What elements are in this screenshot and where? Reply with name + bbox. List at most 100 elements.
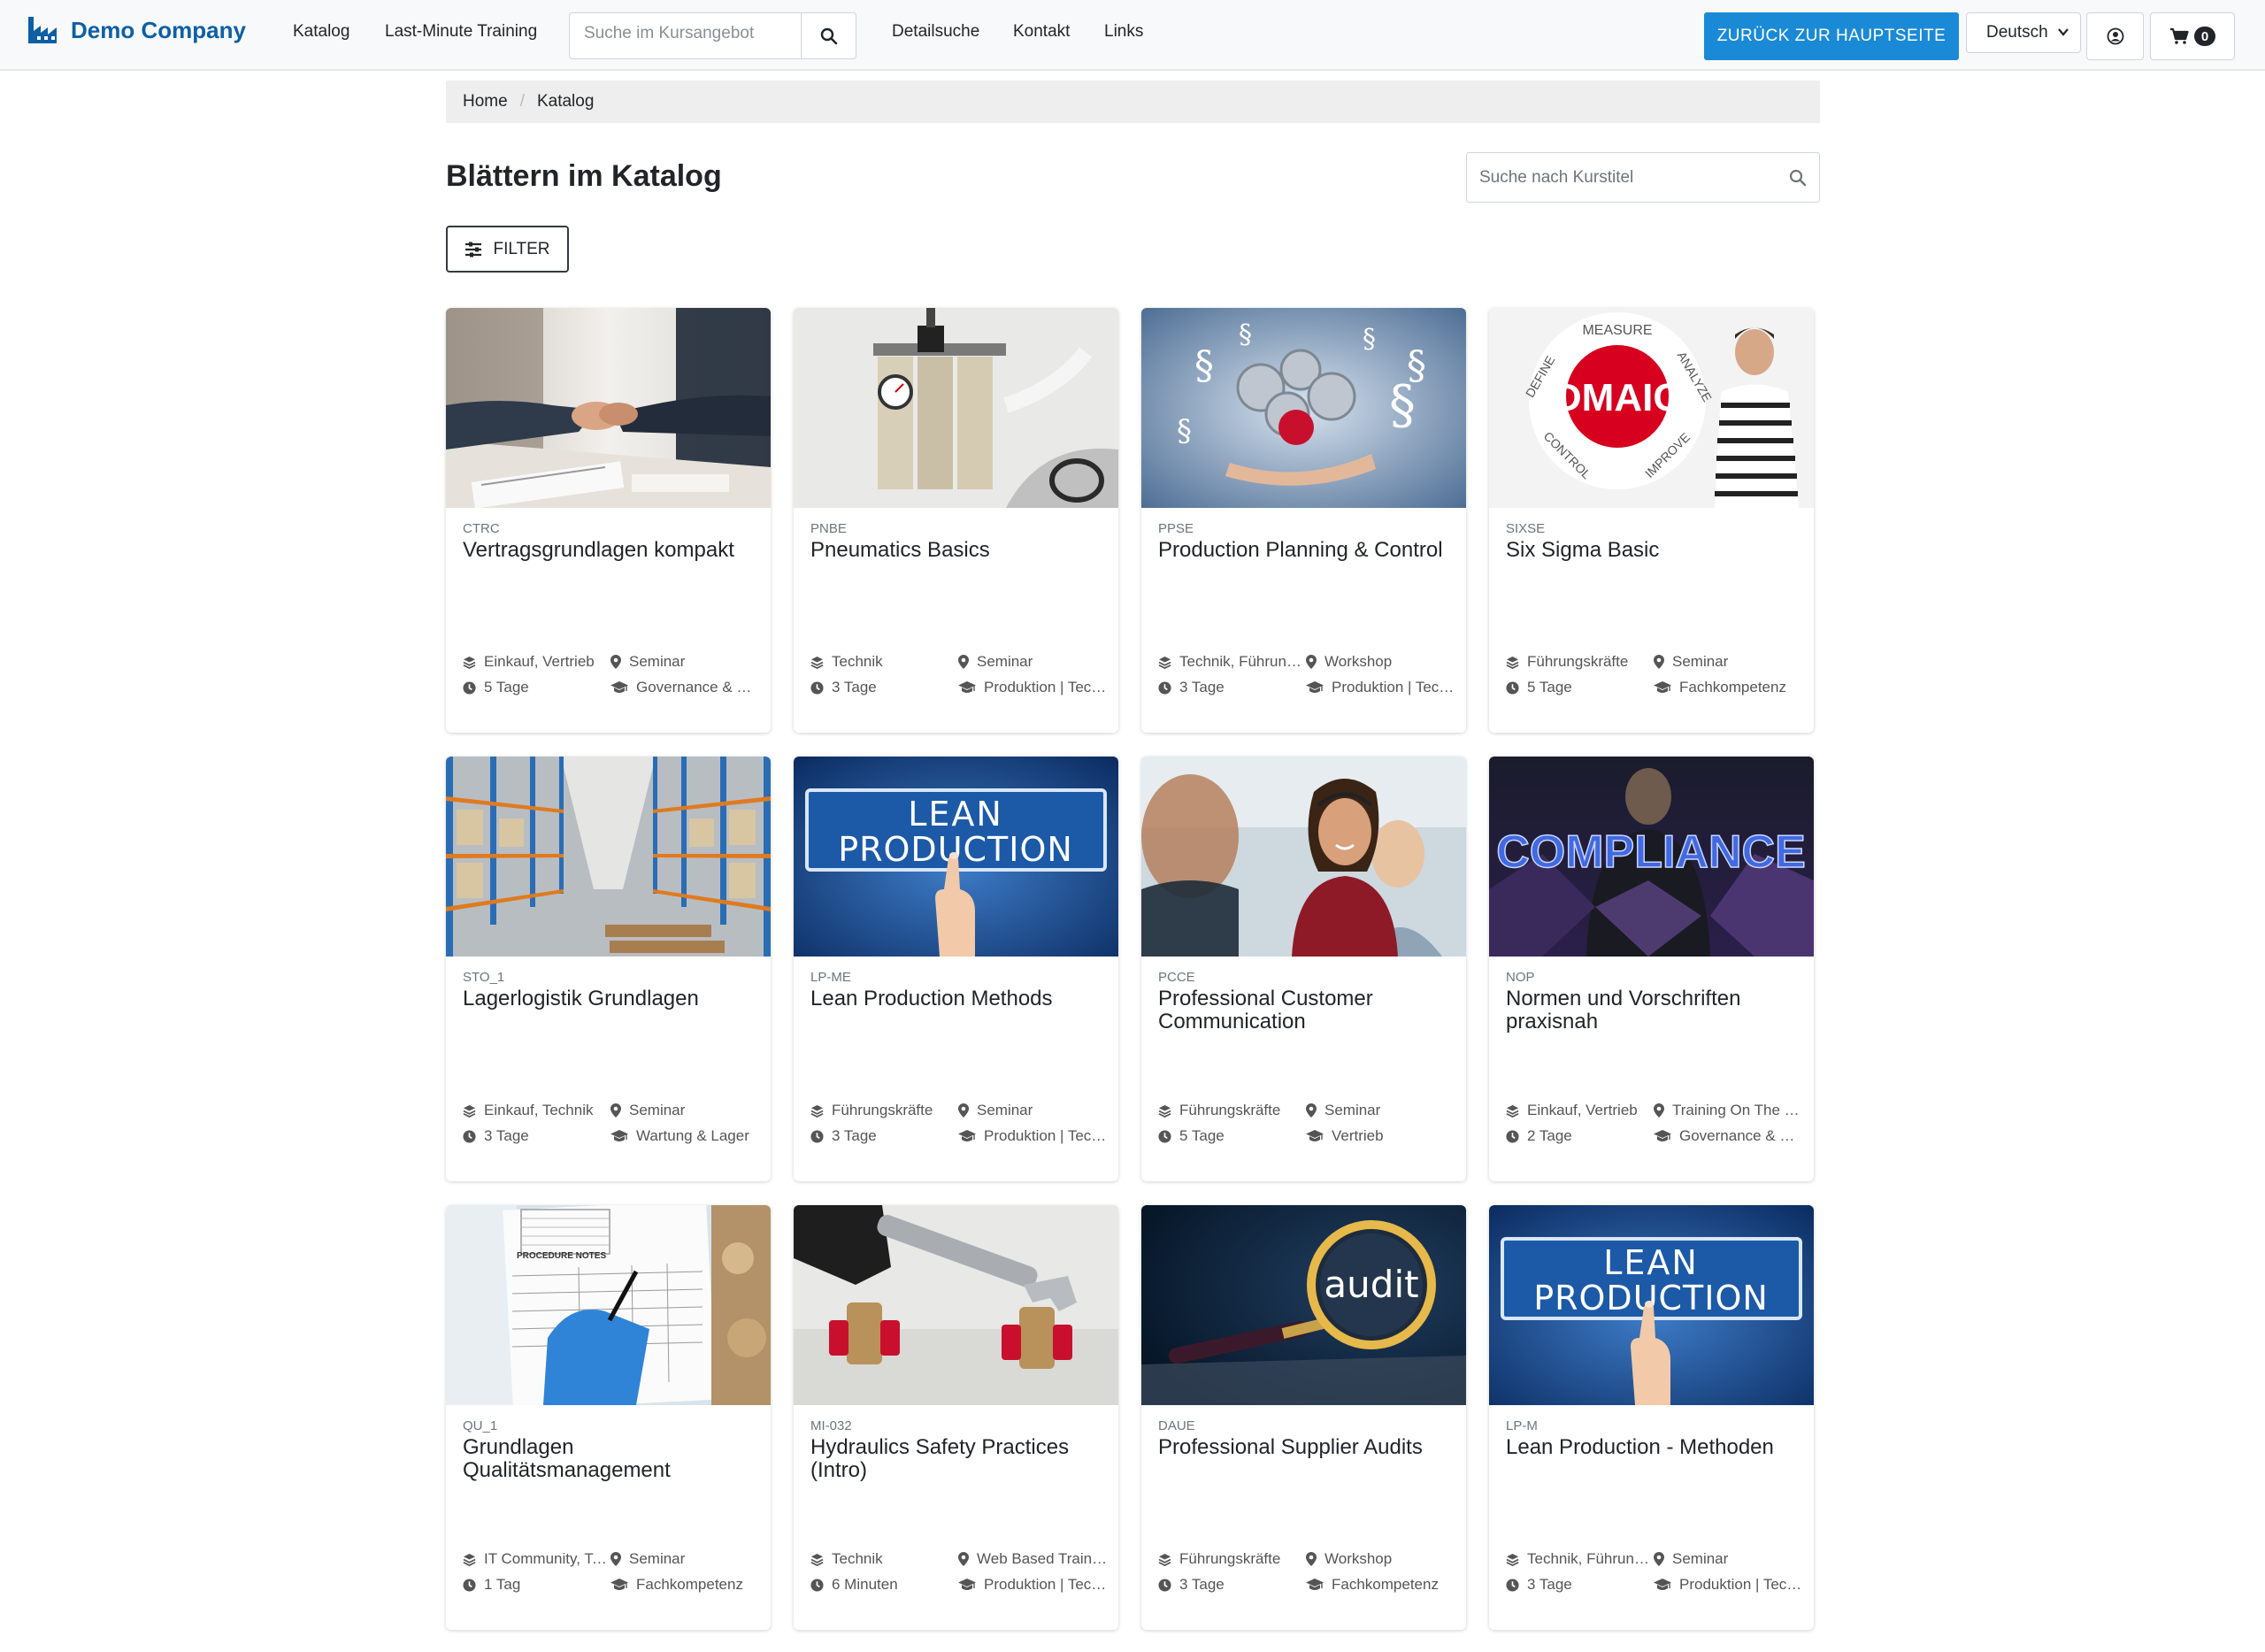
- course-format: Workshop: [1306, 1550, 1456, 1568]
- course-code: SIXSE: [1506, 521, 1546, 536]
- course-image[interactable]: § § § § § §: [1141, 308, 1466, 508]
- course-image[interactable]: [446, 757, 771, 957]
- course-target: Governance & Compliance: [610, 679, 761, 696]
- map-marker-icon: [1306, 1552, 1317, 1566]
- clock-icon: [1506, 1129, 1519, 1143]
- course-title[interactable]: Pneumatics Basics: [810, 539, 1102, 562]
- course-image[interactable]: audit: [1141, 1205, 1466, 1405]
- course-image[interactable]: [446, 308, 771, 508]
- map-marker-icon: [958, 1552, 969, 1566]
- nav-link-katalog[interactable]: Katalog: [293, 22, 349, 42]
- course-category: IT Community, Technik: [463, 1550, 609, 1568]
- map-marker-icon: [610, 1552, 621, 1566]
- course-image[interactable]: COMPLIANCE: [1489, 757, 1814, 957]
- course-image[interactable]: LEAN PRODUCTION: [1489, 1205, 1814, 1405]
- cart-button[interactable]: 0: [2150, 12, 2235, 60]
- course-code: PNBE: [810, 521, 847, 536]
- layers-icon: [463, 656, 476, 669]
- clock-icon: [1506, 680, 1519, 695]
- map-marker-icon: [958, 1103, 969, 1118]
- course-format: Seminar: [1306, 1102, 1456, 1119]
- brand-logo[interactable]: Demo Company: [27, 14, 246, 46]
- course-title[interactable]: Lagerlogistik Grundlagen: [463, 987, 755, 1010]
- graduation-cap-icon: [958, 1130, 976, 1141]
- course-card[interactable]: MI-032 Hydraulics Safety Practices (Intr…: [794, 1205, 1118, 1630]
- course-title[interactable]: Lean Production - Methoden: [1506, 1436, 1798, 1459]
- course-category: Technik, Führungskräfte: [1158, 653, 1304, 671]
- svg-text:§: §: [1363, 324, 1376, 355]
- filter-label: FILTER: [493, 239, 550, 258]
- course-card[interactable]: LEAN PRODUCTION LP-ME Lean Production Me…: [794, 757, 1118, 1181]
- breadcrumb-home[interactable]: Home: [463, 92, 508, 111]
- course-category: Führungskräfte: [1158, 1550, 1304, 1568]
- user-button[interactable]: [2086, 12, 2144, 60]
- course-duration: 5 Tage: [1158, 1127, 1304, 1145]
- course-duration: 3 Tage: [463, 1127, 609, 1145]
- course-image[interactable]: PROCEDURE NOTES: [446, 1205, 771, 1405]
- map-marker-icon: [610, 1103, 621, 1118]
- course-code: MI-032: [810, 1418, 852, 1433]
- course-title[interactable]: Grundlagen Qualitätsmanagement: [463, 1436, 755, 1482]
- nav-link-last-minute[interactable]: Last-Minute Training: [385, 22, 537, 42]
- course-card[interactable]: audit DAUE Professional Supplier Audits …: [1141, 1205, 1466, 1630]
- course-category: Technik: [810, 1550, 956, 1568]
- course-duration: 2 Tage: [1506, 1127, 1652, 1145]
- course-target: Produktion | Technik: [958, 679, 1109, 696]
- course-title[interactable]: Professional Supplier Audits: [1158, 1436, 1450, 1459]
- course-duration: 1 Tag: [463, 1576, 609, 1594]
- course-card[interactable]: DMAIC MEASURE DEFINE ANALYZE IMPROVE CON…: [1489, 308, 1814, 733]
- course-target: Fachkompetenz: [1306, 1576, 1456, 1594]
- back-to-main-button[interactable]: Zurück zur Hauptseite: [1704, 12, 1959, 60]
- course-card[interactable]: COMPLIANCE NOP Normen und Vorschriften p…: [1489, 757, 1814, 1181]
- course-image[interactable]: [794, 1205, 1118, 1405]
- course-title[interactable]: Vertragsgrundlagen kompakt: [463, 539, 755, 562]
- course-format: Seminar: [610, 1102, 761, 1119]
- course-card[interactable]: PCCE Professional Customer Communication…: [1141, 757, 1466, 1181]
- filter-button[interactable]: FILTER: [446, 226, 569, 273]
- course-title[interactable]: Six Sigma Basic: [1506, 539, 1798, 562]
- course-title[interactable]: Lean Production Methods: [810, 987, 1102, 1010]
- course-duration: 5 Tage: [1506, 679, 1652, 696]
- svg-text:DMAIC: DMAIC: [1554, 376, 1681, 419]
- course-code: QU_1: [463, 1418, 498, 1433]
- course-card[interactable]: PNBE Pneumatics Basics Technik Seminar 3…: [794, 308, 1118, 733]
- nav-link-detailsuche[interactable]: Detailsuche: [892, 22, 979, 42]
- course-format: Workshop: [1306, 653, 1456, 671]
- clock-icon: [463, 680, 476, 695]
- course-code: PPSE: [1158, 521, 1194, 536]
- map-marker-icon: [958, 655, 969, 669]
- course-title[interactable]: Production Planning & Control: [1158, 539, 1450, 562]
- course-title[interactable]: Normen und Vorschriften praxisnah: [1506, 987, 1798, 1033]
- clock-icon: [810, 1578, 824, 1592]
- nav-search-input[interactable]: Suche im Kursangebot: [570, 13, 801, 58]
- search-icon: [820, 27, 837, 44]
- course-image[interactable]: DMAIC MEASURE DEFINE ANALYZE IMPROVE CON…: [1489, 308, 1814, 508]
- course-card[interactable]: § § § § § § PPSE Production Planning & C…: [1141, 308, 1466, 733]
- nav-link-kontakt[interactable]: Kontakt: [1013, 22, 1070, 42]
- course-format: Web Based Training: [958, 1550, 1109, 1568]
- course-duration: 3 Tage: [1506, 1576, 1652, 1594]
- course-image[interactable]: [1141, 757, 1466, 957]
- nav-link-links[interactable]: Links: [1104, 22, 1143, 42]
- course-code: STO_1: [463, 970, 505, 985]
- course-image[interactable]: [794, 308, 1118, 508]
- svg-text:audit: audit: [1324, 1263, 1418, 1306]
- course-card[interactable]: PROCEDURE NOTES QU_1 Grundlagen Qualität…: [446, 1205, 771, 1630]
- course-format: Seminar: [610, 1550, 761, 1568]
- course-title[interactable]: Hydraulics Safety Practices (Intro): [810, 1436, 1102, 1482]
- course-duration: 6 Minuten: [810, 1576, 956, 1594]
- course-card[interactable]: CTRC Vertragsgrundlagen kompakt Einkauf,…: [446, 308, 771, 733]
- course-title-search-input[interactable]: Suche nach Kurstitel: [1479, 168, 1633, 188]
- course-title-search[interactable]: Suche nach Kurstitel: [1466, 152, 1820, 203]
- svg-text:MEASURE: MEASURE: [1582, 323, 1652, 338]
- nav-search-button[interactable]: [801, 13, 856, 58]
- clock-icon: [1158, 680, 1171, 695]
- course-card[interactable]: LEAN PRODUCTION LP-M Lean Production - M…: [1489, 1205, 1814, 1630]
- graduation-cap-icon: [1306, 1130, 1324, 1141]
- course-image[interactable]: LEAN PRODUCTION: [794, 757, 1118, 957]
- course-target: Fachkompetenz: [610, 1576, 761, 1594]
- course-duration: 3 Tage: [1158, 679, 1304, 696]
- course-title[interactable]: Professional Customer Communication: [1158, 987, 1450, 1033]
- language-select[interactable]: Deutsch: [1966, 12, 2081, 53]
- course-card[interactable]: STO_1 Lagerlogistik Grundlagen Einkauf, …: [446, 757, 771, 1181]
